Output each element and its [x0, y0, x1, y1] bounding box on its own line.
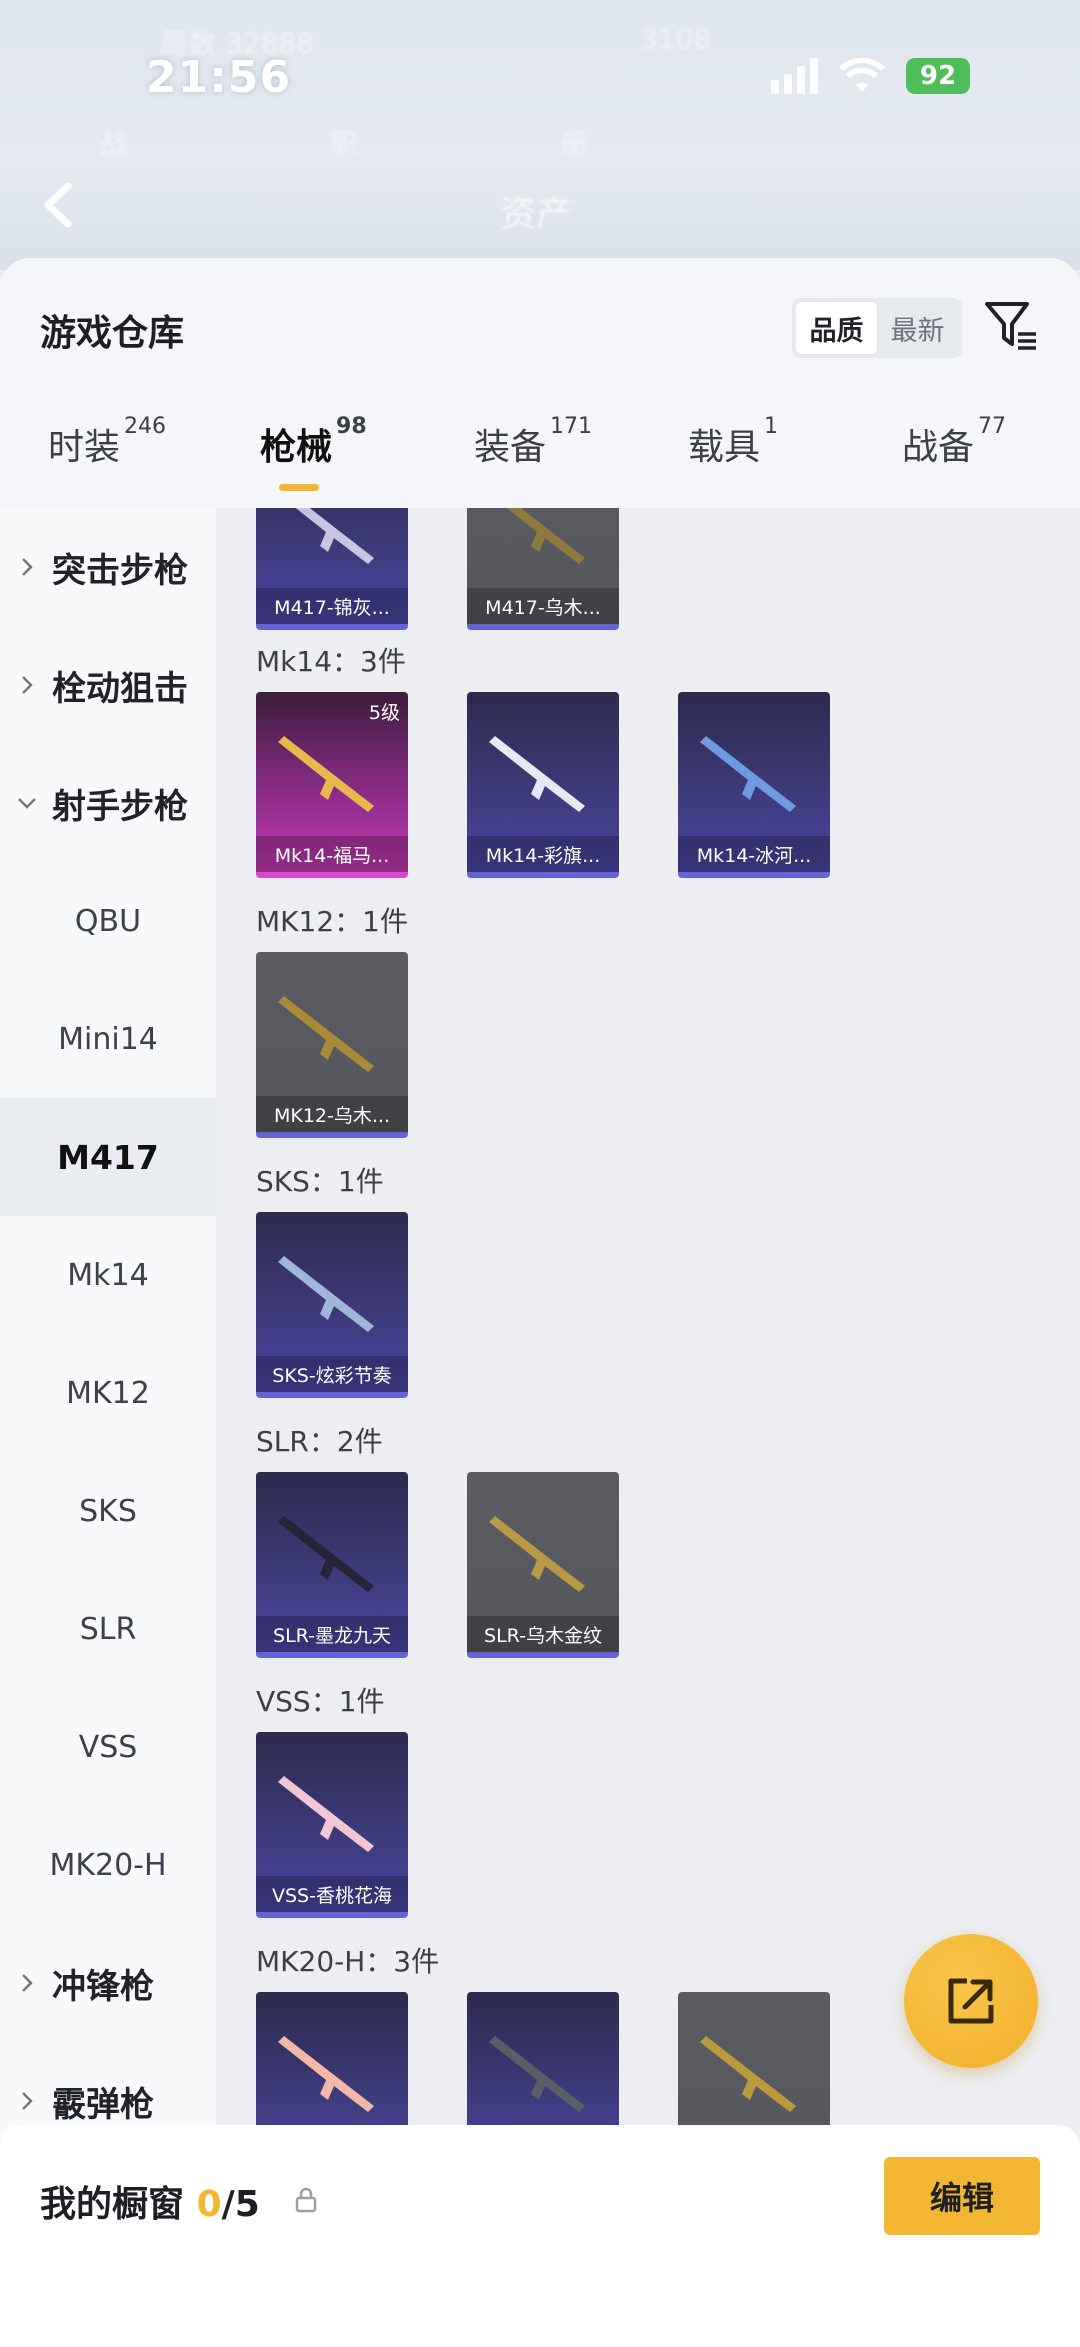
sort-toggle: 品质 最新 — [792, 298, 962, 358]
rifle-icon — [700, 736, 796, 812]
weapon-name: M417-乌木... — [467, 588, 619, 624]
chevron-right-icon — [22, 558, 33, 576]
weapon-name: SLR-墨龙九天 — [256, 1616, 408, 1652]
tab-fashion[interactable]: 时装246 — [48, 414, 166, 470]
showcase-used-count: 0 — [196, 2184, 222, 2225]
rifle-icon — [278, 2036, 374, 2112]
chevron-right-icon — [22, 676, 33, 694]
tab-equipment[interactable]: 装备171 — [474, 414, 592, 470]
edit-button[interactable]: 编辑 — [884, 2157, 1040, 2235]
rifle-icon — [278, 736, 374, 812]
showcase-title: 我的橱窗 0/5 — [40, 2184, 260, 2225]
rifle-icon — [506, 508, 585, 564]
blurred-text: 战 — [100, 127, 129, 160]
weapon-name: M417-锦灰... — [256, 588, 408, 624]
rifle-icon — [278, 1256, 374, 1332]
subcategory-mini14[interactable]: Mini14 — [0, 980, 216, 1098]
section-header-mk20h: MK20-H：3件 — [256, 1945, 440, 1978]
subcategory-vss[interactable]: VSS — [0, 1688, 216, 1806]
section-header-mk14: Mk14：3件 — [256, 645, 406, 678]
weapon-name: SKS-炫彩节奏 — [256, 1356, 408, 1392]
active-tab-indicator — [279, 484, 319, 491]
rifle-icon — [700, 2036, 796, 2112]
subcategory-mk20h[interactable]: MK20-H — [0, 1806, 216, 1924]
weapon-name: Mk14-冰河... — [678, 836, 830, 872]
subcategory-sks[interactable]: SKS — [0, 1452, 216, 1570]
section-header-slr: SLR：2件 — [256, 1425, 383, 1458]
share-icon — [948, 1978, 994, 2024]
back-arrow-icon[interactable] — [40, 182, 74, 228]
subcategory-mk14[interactable]: Mk14 — [0, 1216, 216, 1334]
status-icons: 92 — [771, 58, 970, 94]
signal-icon — [771, 58, 818, 94]
category-marksman-rifles[interactable]: 射手步枪 — [0, 744, 216, 862]
showcase-bar: 我的橱窗 0/5 编辑 — [0, 2125, 1080, 2347]
status-time: 21:56 — [146, 52, 292, 103]
section-header-mk12: MK12：1件 — [256, 905, 408, 938]
rifle-icon — [489, 1516, 585, 1592]
blurred-text: 册 — [560, 127, 589, 160]
rifle-icon — [278, 1776, 374, 1852]
weapon-name: Mk14-福马... — [256, 836, 408, 872]
sort-option-newest[interactable]: 最新 — [877, 302, 958, 354]
weapon-name: SLR-乌木金纹 — [467, 1616, 619, 1652]
rifle-icon — [489, 736, 585, 812]
tab-vehicles[interactable]: 载具1 — [688, 414, 778, 470]
weapon-skin-list: M417-锦灰... M417-乌木... Mk14：3件 5级 Mk14-福马… — [216, 508, 1080, 2347]
rifle-icon — [278, 1516, 374, 1592]
weapon-card[interactable]: SLR-乌木金纹 — [467, 1472, 619, 1658]
weapon-card[interactable]: MK12-乌木... — [256, 952, 408, 1138]
subcategory-slr[interactable]: SLR — [0, 1570, 216, 1688]
chevron-right-icon — [22, 2092, 33, 2110]
weapon-card[interactable]: 5级 Mk14-福马... — [256, 692, 408, 878]
weapon-name: Mk14-彩旗... — [467, 836, 619, 872]
subcategory-m417[interactable]: M417 — [0, 1098, 216, 1216]
filter-icon[interactable] — [984, 300, 1038, 352]
weapon-card[interactable]: SKS-炫彩节奏 — [256, 1212, 408, 1398]
showcase-total: /5 — [221, 2184, 260, 2225]
weapon-card[interactable]: SLR-墨龙九天 — [256, 1472, 408, 1658]
tab-combat-gear[interactable]: 战备77 — [902, 414, 1006, 470]
weapon-card[interactable]: M417-锦灰... — [256, 508, 408, 630]
weapon-card[interactable]: Mk14-彩旗... — [467, 692, 619, 878]
chevron-down-icon — [18, 798, 36, 809]
category-assault-rifles[interactable]: 突击步枪 — [0, 508, 216, 626]
weapon-name: MK12-乌木... — [256, 1096, 408, 1132]
sheet-title: 游戏仓库 — [40, 313, 185, 354]
rifle-icon — [278, 996, 374, 1072]
blurred-text: 3108 — [640, 22, 712, 55]
category-smg[interactable]: 冲锋枪 — [0, 1924, 216, 2042]
section-header-vss: VSS：1件 — [256, 1685, 385, 1718]
subcategory-mk12[interactable]: MK12 — [0, 1334, 216, 1452]
category-tabs: 时装246 枪械98 装备171 载具1 战备77 — [0, 414, 1080, 508]
weapon-card[interactable]: Mk14-冰河... — [678, 692, 830, 878]
rifle-icon — [295, 508, 374, 564]
battery-indicator: 92 — [906, 58, 970, 94]
weapon-category-sidebar: 突击步枪 栓动狙击 射手步枪 QBU Mini14 M417 Mk14 MK12… — [0, 508, 216, 2347]
share-button[interactable] — [904, 1934, 1038, 2068]
tab-firearms[interactable]: 枪械98 — [260, 414, 367, 470]
weapon-card[interactable]: M417-乌木... — [467, 508, 619, 630]
wifi-icon — [839, 58, 885, 92]
blurred-text: 职 — [330, 127, 359, 160]
section-header-sks: SKS：1件 — [256, 1165, 384, 1198]
rifle-icon — [489, 2036, 585, 2112]
weapon-name: VSS-香桃花海 — [256, 1876, 408, 1912]
sort-option-quality[interactable]: 品质 — [796, 302, 877, 354]
page-title: 资产 — [500, 194, 573, 235]
weapon-card[interactable]: VSS-香桃花海 — [256, 1732, 408, 1918]
chevron-right-icon — [22, 1974, 33, 1992]
subcategory-qbu[interactable]: QBU — [0, 862, 216, 980]
lock-icon — [295, 2187, 317, 2213]
category-bolt-snipers[interactable]: 栓动狙击 — [0, 626, 216, 744]
